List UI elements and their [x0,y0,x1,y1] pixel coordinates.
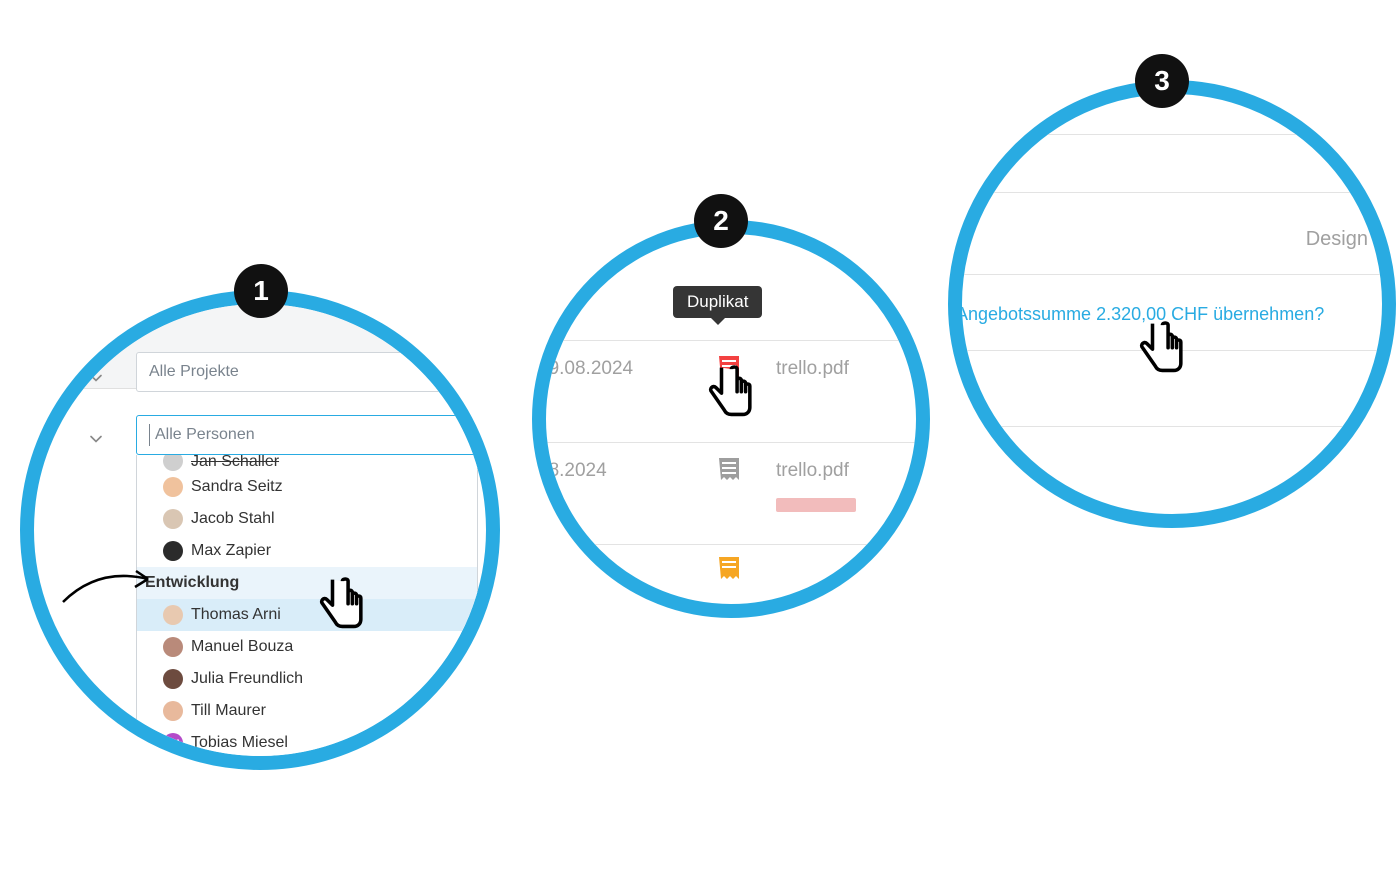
cropped-text: jekt [64,700,86,716]
list-item[interactable]: Jacob Stahl [137,503,477,535]
step-1-ring: Alle Projekte Alle Personen Jan Schaller… [20,290,500,770]
row-filename: trello.pdf [776,460,849,482]
chevron-down-icon[interactable] [86,429,106,454]
duplicate-tooltip: Duplikat [673,286,762,318]
list-item[interactable]: TMTobias Miesel [137,727,477,756]
arrow-annotation-icon [58,557,158,612]
row-date: 09.08.2024 [546,358,633,380]
step-3-ring: Des Design Angebotssumme 2.320,00 CHF üb… [948,80,1396,528]
table-row[interactable]: 08.2024 trello.pdf [546,442,916,499]
list-item[interactable]: Manuel Bouza [137,631,477,663]
receipt-icon[interactable] [718,556,740,582]
list-item[interactable]: Thomas Arni [137,599,477,631]
persons-dropdown: Jan Schaller Sandra Seitz Jacob Stahl Ma… [136,455,478,756]
list-item[interactable]: Max Zapier [137,535,477,567]
chevron-down-icon[interactable] [86,368,106,393]
projects-filter-placeholder: Alle Projekte [149,363,239,381]
step-badge-1: 1 [234,264,288,318]
list-item[interactable]: Till Maurer [137,695,477,727]
cropped-text: Design [1306,228,1368,251]
apply-offer-sum-link[interactable]: Angebotssumme 2.320,00 CHF übernehmen? [962,304,1324,325]
cropped-text: Des [1332,149,1368,172]
row-filename: trello.pdf [776,358,849,380]
persons-filter-input[interactable]: Alle Personen [136,415,486,455]
row-date: 08.2024 [546,460,607,482]
projects-filter-input[interactable]: Alle Projekte [136,352,486,392]
step-badge-3: 3 [1135,54,1189,108]
receipt-duplicate-icon[interactable] [718,355,740,381]
cursor-hand-icon [1132,318,1190,391]
persons-filter-placeholder: Alle Personen [155,426,255,444]
receipt-icon[interactable] [718,457,740,483]
list-item[interactable]: Julia Freundlich [137,663,477,695]
step-2-ring: Duplikat 09.08.2024 trello.pdf 08.2024 t… [532,220,930,618]
list-item[interactable]: Jan Schaller [137,455,477,471]
list-item[interactable]: Sandra Seitz [137,471,477,503]
progress-bar [776,498,856,512]
table-row[interactable]: 09.08.2024 trello.pdf [546,340,916,397]
step-badge-2: 2 [694,194,748,248]
dropdown-group-header[interactable]: Entwicklung [137,567,477,599]
